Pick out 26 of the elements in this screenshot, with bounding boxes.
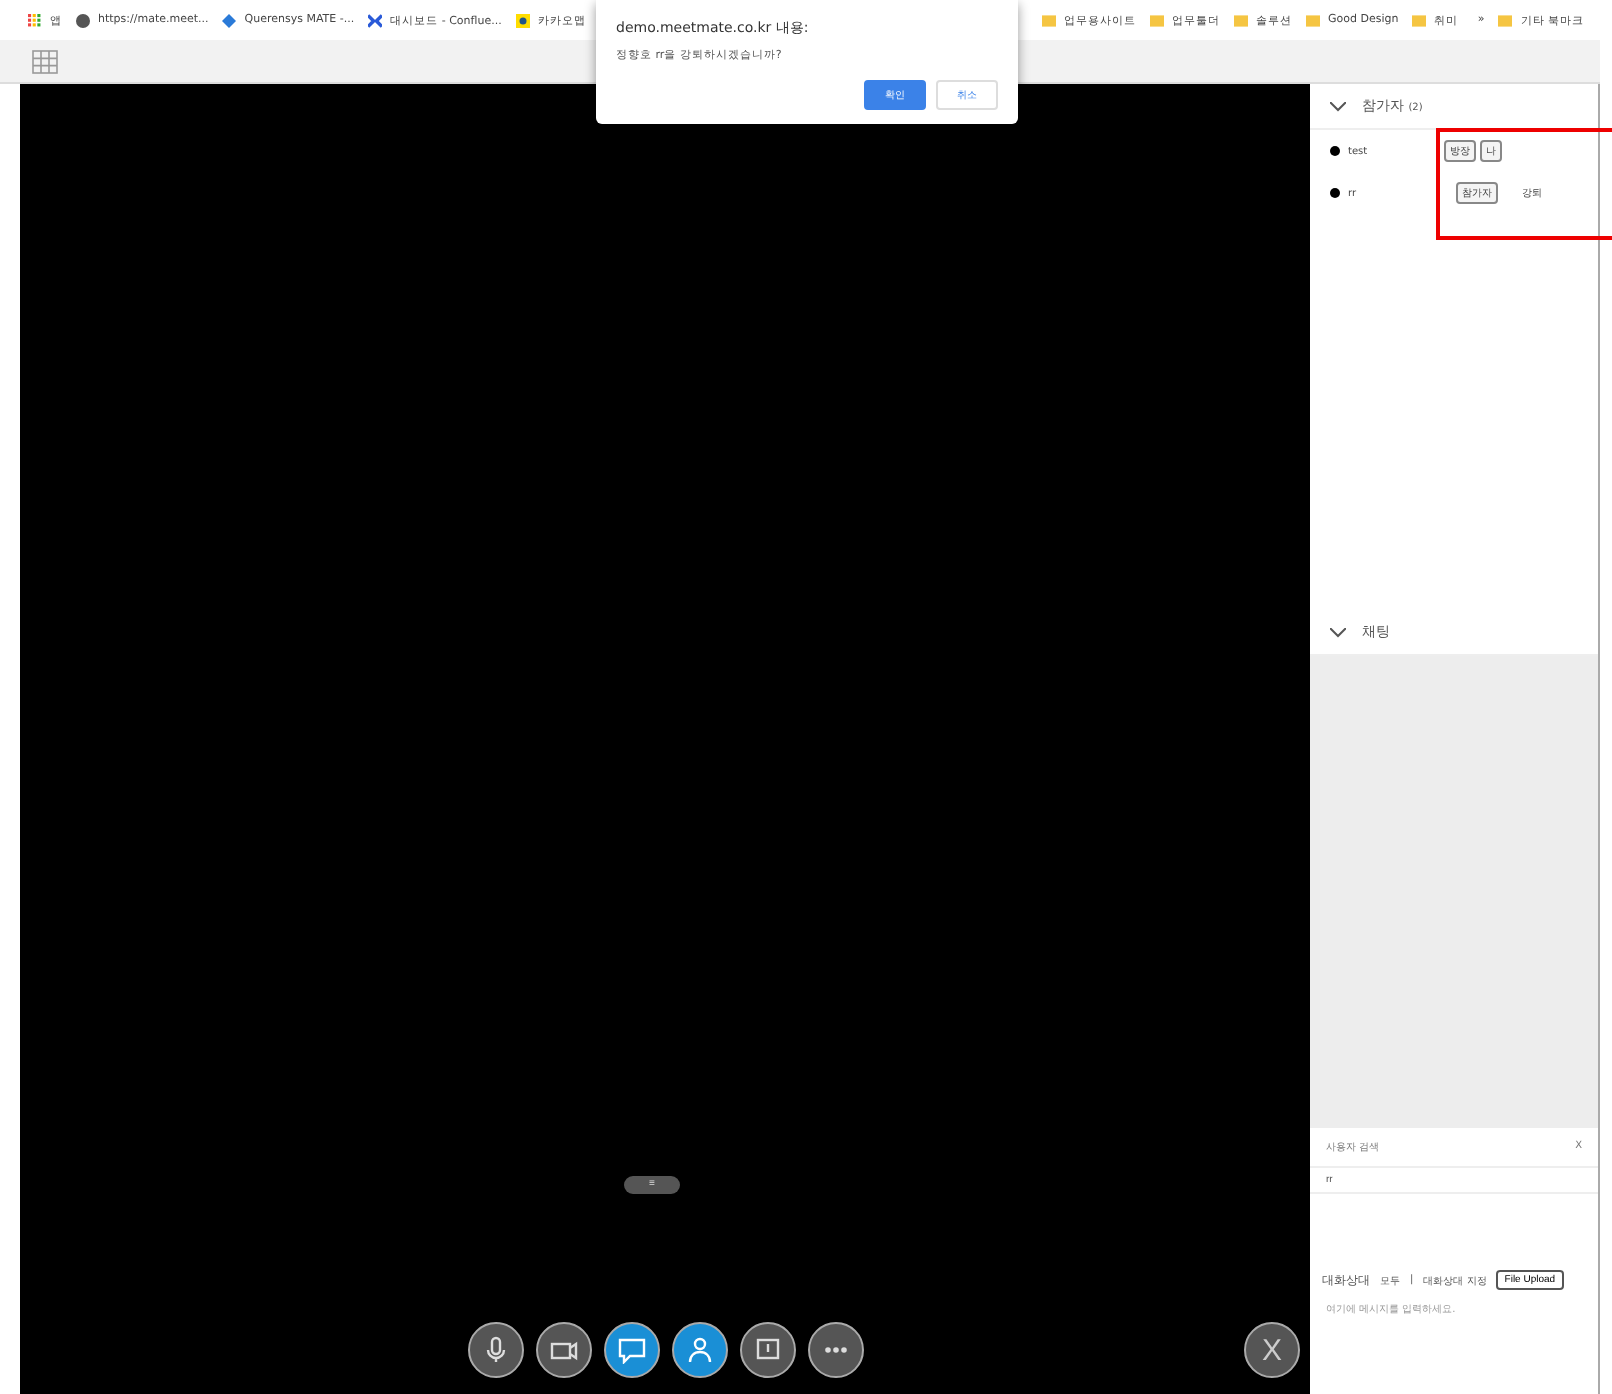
leave-button[interactable]: X (1244, 1322, 1300, 1378)
screen-button[interactable] (739, 1322, 795, 1378)
microphone-icon (481, 1336, 509, 1364)
more-button[interactable] (807, 1322, 863, 1378)
folder-icon (1042, 13, 1056, 27)
status-dot (1330, 188, 1340, 198)
camera-icon (549, 1336, 577, 1364)
person-icon (685, 1336, 713, 1364)
screen-icon (753, 1336, 781, 1364)
apps-icon (28, 13, 42, 27)
status-dot (1330, 146, 1340, 156)
folder-icon (1150, 13, 1164, 27)
person-button[interactable] (671, 1322, 727, 1378)
diamond-icon (222, 13, 237, 27)
chat-button[interactable] (603, 1322, 659, 1378)
folder-icon (1412, 13, 1427, 27)
chevron-down-icon[interactable] (1330, 627, 1346, 637)
grid-icon[interactable] (32, 49, 58, 73)
chat-icon (617, 1336, 645, 1364)
cross-icon (368, 13, 383, 27)
folder-icon (1498, 13, 1513, 27)
folder-icon (1306, 13, 1320, 27)
camera-button[interactable] (535, 1322, 591, 1378)
folder-icon (1234, 13, 1248, 27)
mic-button[interactable] (467, 1322, 523, 1378)
chevron-down-icon[interactable] (1330, 101, 1346, 111)
